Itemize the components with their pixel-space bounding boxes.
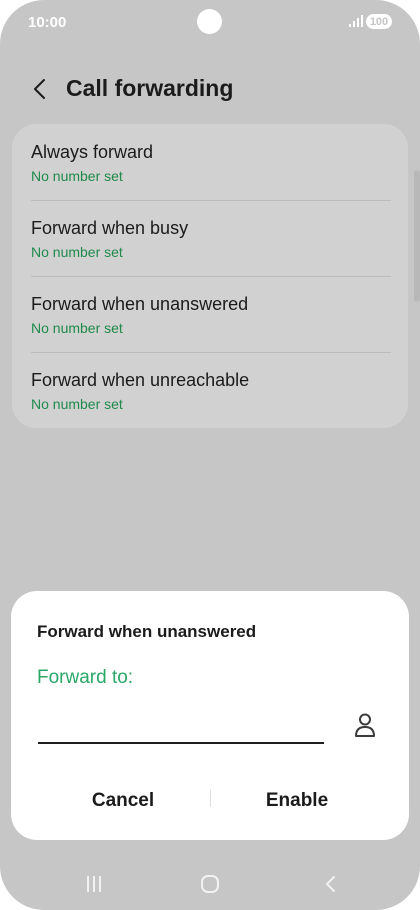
option-title: Always forward <box>31 142 154 162</box>
contact-icon[interactable] <box>353 712 377 738</box>
enable-button[interactable]: Enable <box>207 785 387 817</box>
chevron-left-icon <box>34 79 45 99</box>
phone-number-input[interactable] <box>38 712 324 744</box>
cancel-button[interactable]: Cancel <box>33 785 213 817</box>
option-forward-when-unreachable[interactable]: Forward when unreachable No number set <box>12 352 408 428</box>
back-icon <box>326 876 335 892</box>
nav-back-button[interactable] <box>316 868 344 900</box>
recent-apps-icon <box>87 876 101 892</box>
forward-dialog: Forward when unanswered Forward to: Canc… <box>11 591 409 840</box>
scroll-handle[interactable] <box>414 170 420 302</box>
option-forward-when-unanswered[interactable]: Forward when unanswered No number set <box>12 276 408 352</box>
option-subtitle: No number set <box>31 168 123 184</box>
page-title: Call forwarding <box>66 75 234 101</box>
option-always-forward[interactable]: Always forward No number set <box>12 124 408 200</box>
option-subtitle: No number set <box>31 320 123 336</box>
forwarding-options-card: Always forward No number set Forward whe… <box>12 124 408 428</box>
signal-icon <box>349 15 363 27</box>
option-title: Forward when unanswered <box>31 294 249 314</box>
option-title: Forward when unreachable <box>31 370 250 390</box>
status-time: 10:00 <box>28 14 67 31</box>
option-forward-when-busy[interactable]: Forward when busy No number set <box>12 200 408 276</box>
home-button[interactable] <box>196 868 224 900</box>
phone-screen: 10:00 100 Call forwarding Always forward… <box>0 0 420 910</box>
recent-apps-button[interactable] <box>80 868 108 900</box>
battery-indicator: 100 <box>366 14 392 29</box>
back-button[interactable] <box>26 76 52 102</box>
dialog-title: Forward when unanswered <box>37 622 257 641</box>
camera-cutout <box>197 9 222 34</box>
option-subtitle: No number set <box>31 244 123 260</box>
option-title: Forward when busy <box>31 218 189 238</box>
forward-to-label: Forward to: <box>37 667 134 688</box>
option-subtitle: No number set <box>31 396 123 412</box>
home-icon <box>201 875 219 893</box>
